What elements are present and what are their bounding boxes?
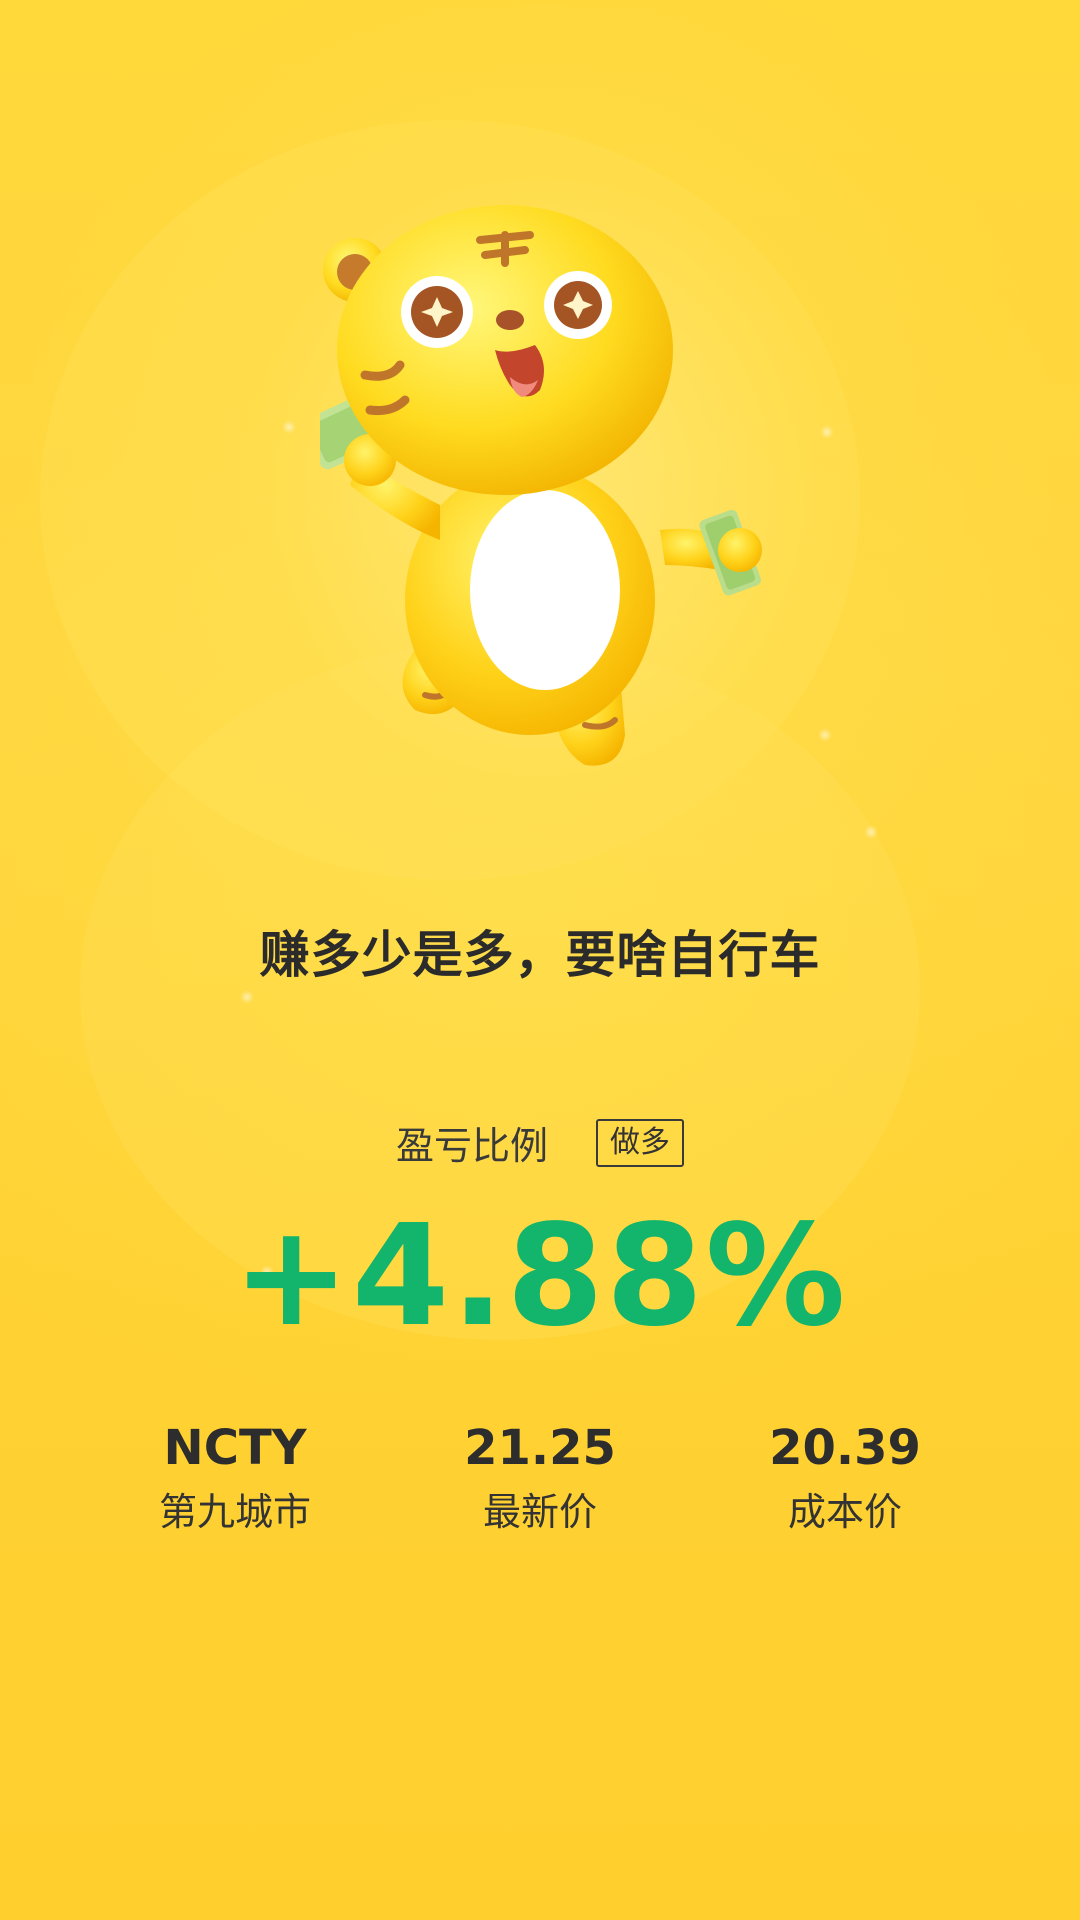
profit-ratio-label: 盈亏比例: [395, 1124, 548, 1168]
sparkle-icon: [282, 420, 296, 434]
latest-price-label: 最新价: [482, 1490, 597, 1534]
profit-ratio-header: 盈亏比例 做多: [0, 1115, 1080, 1170]
share-card: 赚多少是多，要啥自行车 盈亏比例 做多 +4.88% NCTY 第九城市 21.…: [0, 0, 1080, 1920]
sparkle-icon: [818, 728, 832, 742]
slogan-text: 赚多少是多，要啥自行车: [259, 926, 821, 984]
cost-price-label: 成本价: [787, 1490, 902, 1534]
latest-price-value: 21.25: [464, 1420, 616, 1476]
sparkle-icon: [820, 425, 834, 439]
tiger-mascot-icon: [303, 205, 780, 785]
stock-symbol-stat: NCTY 第九城市: [85, 1418, 385, 1536]
stock-name: 第九城市: [158, 1490, 311, 1534]
sparkle-icon: [864, 825, 878, 839]
stock-symbol: NCTY: [163, 1420, 307, 1476]
stock-stats: NCTY 第九城市 21.25 最新价 20.39 成本价: [0, 1418, 1080, 1548]
profit-ratio-value: +4.88%: [232, 1195, 848, 1358]
cost-price-value: 20.39: [769, 1420, 921, 1476]
position-direction-badge: 做多: [596, 1118, 684, 1167]
latest-price-stat: 21.25 最新价: [390, 1418, 690, 1536]
cost-price-stat: 20.39 成本价: [695, 1418, 995, 1536]
sparkle-icon: [240, 990, 254, 1004]
